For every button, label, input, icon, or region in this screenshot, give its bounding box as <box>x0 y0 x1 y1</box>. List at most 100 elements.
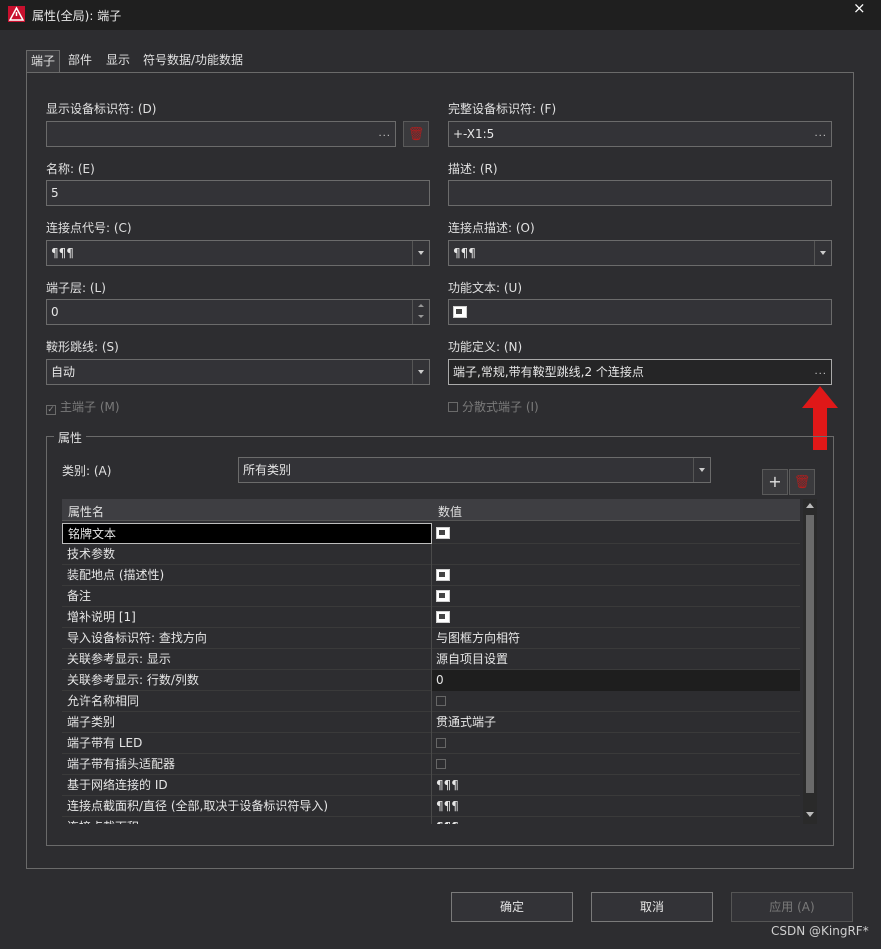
checkbox-icon[interactable] <box>436 696 446 706</box>
tab-display[interactable]: 显示 <box>102 50 134 73</box>
table-row[interactable]: 端子带有插头适配器 <box>62 754 800 775</box>
spin-arrows-icon[interactable] <box>412 300 429 324</box>
property-value-cell[interactable] <box>432 544 800 565</box>
table-row[interactable]: 连接点截面积 ¶¶¶ <box>62 817 800 824</box>
scrollbar-thumb[interactable] <box>806 515 814 793</box>
terminal-level-stepper[interactable]: 0 <box>46 299 430 325</box>
table-row[interactable]: 关联参考显示: 显示 源自项目设置 <box>62 649 800 670</box>
property-value-text: ¶¶¶ <box>436 778 459 792</box>
chevron-down-icon[interactable] <box>412 241 429 265</box>
table-row[interactable]: 装配地点 (描述性) <box>62 565 800 586</box>
full-dt-input[interactable]: +-X1:5 ... <box>448 121 832 147</box>
chevron-down-icon[interactable] <box>814 241 831 265</box>
property-name-cell[interactable]: 端子类别 <box>62 712 432 733</box>
property-value-cell[interactable] <box>432 607 800 628</box>
property-value-cell[interactable] <box>432 586 800 607</box>
col-header-value: 数值 <box>438 505 463 519</box>
table-row[interactable]: 导入设备标识符: 查找方向 与图框方向相符 <box>62 628 800 649</box>
property-name-cell[interactable]: 铭牌文本 <box>62 523 432 544</box>
delete-property-button[interactable]: 🗑 <box>789 469 815 495</box>
multilanguage-icon[interactable] <box>436 527 450 539</box>
property-value-cell[interactable] <box>432 754 800 775</box>
distributed-terminal-label: 分散式端子 (I) <box>462 400 539 414</box>
func-def-input[interactable]: 端子,常规,带有鞍型跳线,2 个连接点 ... <box>448 359 832 385</box>
multilanguage-icon[interactable] <box>436 611 450 623</box>
multilanguage-icon[interactable] <box>436 590 450 602</box>
property-name-cell[interactable]: 备注 <box>62 586 432 607</box>
title-bar: 属性(全局): 端子 × <box>0 0 881 30</box>
watermark: CSDN @KingRF* <box>771 924 869 938</box>
func-def-browse-button[interactable]: ... <box>814 360 827 384</box>
table-row[interactable]: 备注 <box>62 586 800 607</box>
table-row[interactable]: 允许名称相同 <box>62 691 800 712</box>
description-label: 描述: (R) <box>448 162 498 176</box>
table-row[interactable]: 铭牌文本 <box>62 523 800 544</box>
table-row[interactable]: 端子带有 LED <box>62 733 800 754</box>
property-name-cell[interactable]: 连接点截面积/直径 (全部,取决于设备标识符导入) <box>62 796 432 817</box>
category-dropdown[interactable]: 所有类别 <box>238 457 711 483</box>
property-name-cell[interactable]: 装配地点 (描述性) <box>62 565 432 586</box>
multilanguage-icon[interactable] <box>436 569 450 581</box>
property-name-cell[interactable]: 允许名称相同 <box>62 691 432 712</box>
property-name-cell[interactable]: 技术参数 <box>62 544 432 565</box>
conn-code-label: 连接点代号: (C) <box>46 221 132 235</box>
property-name-cell[interactable]: 连接点截面积 <box>62 817 432 824</box>
name-value: 5 <box>51 186 59 200</box>
add-property-button[interactable]: + <box>762 469 788 495</box>
property-value-cell[interactable]: 与图框方向相符 <box>432 628 800 649</box>
property-value-cell[interactable]: 源自项目设置 <box>432 649 800 670</box>
property-name-cell[interactable]: 关联参考显示: 显示 <box>62 649 432 670</box>
scroll-up-icon[interactable] <box>806 503 814 508</box>
full-dt-value: +-X1:5 <box>453 127 495 141</box>
table-row[interactable]: 关联参考显示: 行数/列数 0 <box>62 670 800 691</box>
multilanguage-icon[interactable] <box>453 306 467 318</box>
property-name-cell[interactable]: 导入设备标识符: 查找方向 <box>62 628 432 649</box>
checkbox-icon[interactable] <box>436 759 446 769</box>
table-row[interactable]: 技术参数 <box>62 544 800 565</box>
table-row[interactable]: 增补说明 [1] <box>62 607 800 628</box>
property-name-cell[interactable]: 增补说明 [1] <box>62 607 432 628</box>
property-name-cell[interactable]: 端子带有插头适配器 <box>62 754 432 775</box>
table-row[interactable]: 连接点截面积/直径 (全部,取决于设备标识符导入) ¶¶¶ <box>62 796 800 817</box>
chevron-down-icon[interactable] <box>693 458 710 482</box>
saddle-jumper-dropdown[interactable]: 自动 <box>46 359 430 385</box>
table-row[interactable]: 端子类别 贯通式端子 <box>62 712 800 733</box>
property-value-cell[interactable]: ¶¶¶ <box>432 775 800 796</box>
main-terminal-checkbox[interactable]: ✓ 主端子 (M) <box>46 398 120 415</box>
delete-dt-button[interactable]: 🗑 <box>403 121 429 147</box>
checkbox-icon[interactable] <box>436 738 446 748</box>
property-value-cell[interactable] <box>432 733 800 754</box>
cancel-button[interactable]: 取消 <box>591 892 713 922</box>
property-value-cell[interactable]: 0 <box>432 670 800 691</box>
property-value-cell[interactable]: 贯通式端子 <box>432 712 800 733</box>
property-value-cell[interactable]: ¶¶¶ <box>432 796 800 817</box>
display-dt-input[interactable]: ... <box>46 121 396 147</box>
property-value-cell[interactable] <box>432 565 800 586</box>
property-value-cell[interactable]: ¶¶¶ <box>432 817 800 824</box>
name-input[interactable]: 5 <box>46 180 430 206</box>
close-icon[interactable]: × <box>853 0 866 17</box>
property-name-cell[interactable]: 基于网络连接的 ID <box>62 775 432 796</box>
tab-parts[interactable]: 部件 <box>64 50 96 73</box>
table-row[interactable]: 基于网络连接的 ID ¶¶¶ <box>62 775 800 796</box>
conn-desc-label: 连接点描述: (O) <box>448 221 535 235</box>
conn-code-combobox[interactable]: ¶¶¶ <box>46 240 430 266</box>
full-dt-browse-button[interactable]: ... <box>814 122 827 146</box>
scroll-down-icon[interactable] <box>806 812 814 817</box>
property-value-cell[interactable] <box>432 691 800 712</box>
apply-button[interactable]: 应用 (A) <box>731 892 853 922</box>
tab-terminal[interactable]: 端子 <box>26 50 60 73</box>
distributed-terminal-checkbox[interactable]: 分散式端子 (I) <box>448 398 539 415</box>
description-input[interactable] <box>448 180 832 206</box>
ok-button[interactable]: 确定 <box>451 892 573 922</box>
property-value-cell[interactable] <box>432 523 800 544</box>
chevron-down-icon[interactable] <box>412 360 429 384</box>
display-dt-browse-button[interactable]: ... <box>378 122 391 146</box>
func-text-input[interactable] <box>448 299 832 325</box>
conn-desc-combobox[interactable]: ¶¶¶ <box>448 240 832 266</box>
tab-symbol-function-data[interactable]: 符号数据/功能数据 <box>140 50 246 73</box>
main-terminal-label: 主端子 (M) <box>60 400 120 414</box>
property-name-cell[interactable]: 关联参考显示: 行数/列数 <box>62 670 432 691</box>
table-scrollbar[interactable] <box>803 499 817 824</box>
property-name-cell[interactable]: 端子带有 LED <box>62 733 432 754</box>
